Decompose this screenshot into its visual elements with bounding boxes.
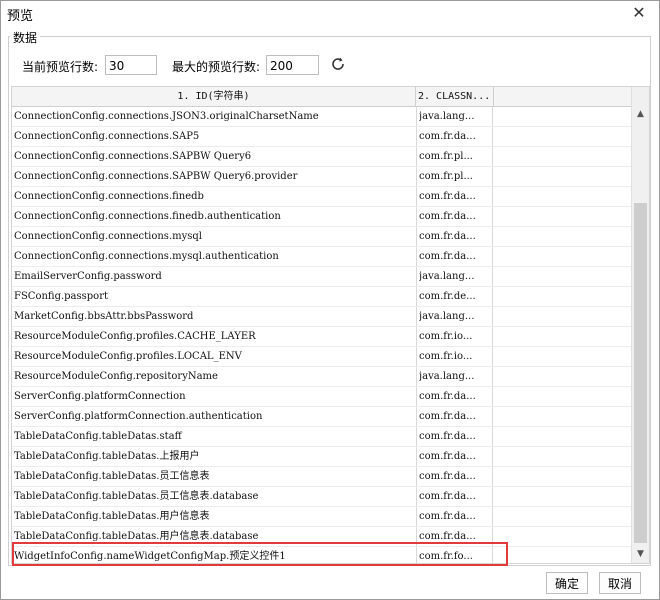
cell-id: ServerConfig.platformConnection.authenti… xyxy=(14,411,263,422)
cell-classname: com.fr.da... xyxy=(419,531,476,542)
max-rows-label: 最大的预览行数: xyxy=(172,60,261,74)
cell-classname: com.fr.da... xyxy=(419,211,476,222)
table-row[interactable]: ConnectionConfig.connections.mysql com.fr… xyxy=(12,227,631,247)
table-header: 1. ID(字符串) 2. CLASSN... xyxy=(12,87,631,107)
table-row[interactable]: ServerConfig.platformConnection com.fr.da… xyxy=(12,387,631,407)
scroll-thumb[interactable] xyxy=(634,203,647,543)
scroll-down-icon[interactable]: ▼ xyxy=(632,546,649,563)
cell-id: ResourceModuleConfig.profiles.CACHE_LAYE… xyxy=(14,331,256,342)
cell-classname: com.fr.de... xyxy=(419,291,476,302)
cell-id: TableDataConfig.tableDatas.staff xyxy=(14,431,182,442)
cell-classname: java.lang... xyxy=(419,311,475,322)
cell-id: ConnectionConfig.connections.finedb xyxy=(14,191,204,202)
cell-classname: com.fr.da... xyxy=(419,391,476,402)
cell-classname: java.lang... xyxy=(419,271,475,282)
table-row[interactable]: TableDataConfig.tableDatas.上报用户 com.fr.da… xyxy=(12,447,631,467)
close-icon[interactable]: ✕ xyxy=(629,3,649,23)
title-bar: 预览 ✕ xyxy=(1,1,659,27)
table-row[interactable]: TableDataConfig.tableDatas.staff com.fr.d… xyxy=(12,427,631,447)
cell-id: EmailServerConfig.password xyxy=(14,271,162,282)
cell-id: FSConfig.passport xyxy=(14,291,108,302)
cell-id: TableDataConfig.tableDatas.上报用户 xyxy=(14,451,200,462)
cell-classname: com.fr.pl... xyxy=(419,151,473,162)
table-row[interactable]: ConnectionConfig.connections.SAP5 com.fr.… xyxy=(12,127,631,147)
table-row[interactable]: ConnectionConfig.connections.finedb.auth… xyxy=(12,207,631,227)
cell-id: ConnectionConfig.connections.SAPBW Query… xyxy=(14,171,298,182)
cell-id: ResourceModuleConfig.profiles.LOCAL_ENV xyxy=(14,351,242,362)
cell-classname: com.fr.pl... xyxy=(419,171,473,182)
cell-classname: com.fr.io... xyxy=(419,331,473,342)
cell-id: WidgetInfoConfig.nameWidgetConfigMap.预定义… xyxy=(14,551,286,562)
ok-button[interactable]: 确定 xyxy=(546,572,588,594)
table-row[interactable]: ConnectionConfig.connections.JSON3.origi… xyxy=(12,107,631,127)
cell-id: ServerConfig.platformConnection xyxy=(14,391,186,402)
current-rows-input[interactable]: 30 xyxy=(105,55,157,75)
cell-classname: com.fr.da... xyxy=(419,471,476,482)
window-title: 预览 xyxy=(7,9,34,24)
cell-id: TableDataConfig.tableDatas.用户信息表.databas… xyxy=(14,531,259,542)
cell-classname: com.fr.da... xyxy=(419,131,476,142)
vertical-scrollbar[interactable]: ▲ ▼ xyxy=(631,87,649,563)
max-rows-input[interactable]: 200 xyxy=(266,55,319,75)
cell-classname: com.fr.da... xyxy=(419,251,476,262)
table-row[interactable]: ResourceModuleConfig.profiles.LOCAL_ENV c… xyxy=(12,347,631,367)
table-row[interactable]: ResourceModuleConfig.repositoryName java.… xyxy=(12,367,631,387)
group-legend: 数据 xyxy=(10,29,41,46)
cell-id: ConnectionConfig.connections.SAP5 xyxy=(14,131,200,142)
cell-classname: com.fr.da... xyxy=(419,411,476,422)
column-header-id[interactable]: 1. ID(字符串) xyxy=(12,87,416,106)
current-rows-label: 当前预览行数: xyxy=(22,60,99,74)
cell-classname: com.fr.da... xyxy=(419,451,476,462)
table-row[interactable]: ConnectionConfig.connections.SAPBW Query… xyxy=(12,147,631,167)
table-row[interactable]: MarketConfig.bbsAttr.bbsPassword java.lan… xyxy=(12,307,631,327)
table-row[interactable]: FSConfig.passport com.fr.de... xyxy=(12,287,631,307)
cancel-button[interactable]: 取消 xyxy=(599,572,641,594)
cell-classname: com.fr.da... xyxy=(419,491,476,502)
cell-id: ConnectionConfig.connections.JSON3.origi… xyxy=(14,111,319,122)
cell-classname: com.fr.io... xyxy=(419,351,473,362)
table-row[interactable]: ResourceModuleConfig.profiles.CACHE_LAYE… xyxy=(12,327,631,347)
cell-id: ConnectionConfig.connections.finedb.auth… xyxy=(14,211,281,222)
refresh-icon[interactable] xyxy=(329,55,347,73)
column-header-classname[interactable]: 2. CLASSN... xyxy=(416,87,494,106)
cell-classname: com.fr.da... xyxy=(419,511,476,522)
cell-classname: com.fr.fo... xyxy=(419,551,473,562)
cell-id: ConnectionConfig.connections.SAPBW Query… xyxy=(14,151,252,162)
table-row[interactable]: WidgetInfoConfig.nameWidgetConfigMap.预定义… xyxy=(12,547,631,563)
cell-classname: java.lang... xyxy=(419,111,475,122)
table-row[interactable]: TableDataConfig.tableDatas.用户信息表 com.fr.d… xyxy=(12,507,631,527)
table-row[interactable]: EmailServerConfig.password java.lang... xyxy=(12,267,631,287)
cell-classname: com.fr.da... xyxy=(419,231,476,242)
cell-id: ResourceModuleConfig.repositoryName xyxy=(14,371,218,382)
cell-id: ConnectionConfig.connections.mysql xyxy=(14,231,202,242)
cell-id: MarketConfig.bbsAttr.bbsPassword xyxy=(14,311,194,322)
table-row[interactable]: TableDataConfig.tableDatas.员工信息表.databas… xyxy=(12,487,631,507)
table-body: ConnectionConfig.connections.JSON3.origi… xyxy=(12,107,631,563)
table-row[interactable]: ConnectionConfig.connections.mysql.authe… xyxy=(12,247,631,267)
cell-id: TableDataConfig.tableDatas.用户信息表 xyxy=(14,511,210,522)
table-row[interactable]: TableDataConfig.tableDatas.员工信息表 com.fr.d… xyxy=(12,467,631,487)
cell-classname: com.fr.da... xyxy=(419,191,476,202)
cell-id: ConnectionConfig.connections.mysql.authe… xyxy=(14,251,279,262)
preview-table: 1. ID(字符串) 2. CLASSN... ConnectionConfig… xyxy=(11,86,650,564)
cell-id: TableDataConfig.tableDatas.员工信息表.databas… xyxy=(14,491,259,502)
table-row[interactable]: ServerConfig.platformConnection.authenti… xyxy=(12,407,631,427)
scroll-up-icon[interactable]: ▲ xyxy=(632,106,649,123)
table-row[interactable]: TableDataConfig.tableDatas.用户信息表.databas… xyxy=(12,527,631,547)
table-row[interactable]: ConnectionConfig.connections.SAPBW Query… xyxy=(12,167,631,187)
cell-classname: com.fr.da... xyxy=(419,431,476,442)
cell-classname: java.lang... xyxy=(419,371,475,382)
table-row[interactable]: ConnectionConfig.connections.finedb com.f… xyxy=(12,187,631,207)
cell-id: TableDataConfig.tableDatas.员工信息表 xyxy=(14,471,210,482)
